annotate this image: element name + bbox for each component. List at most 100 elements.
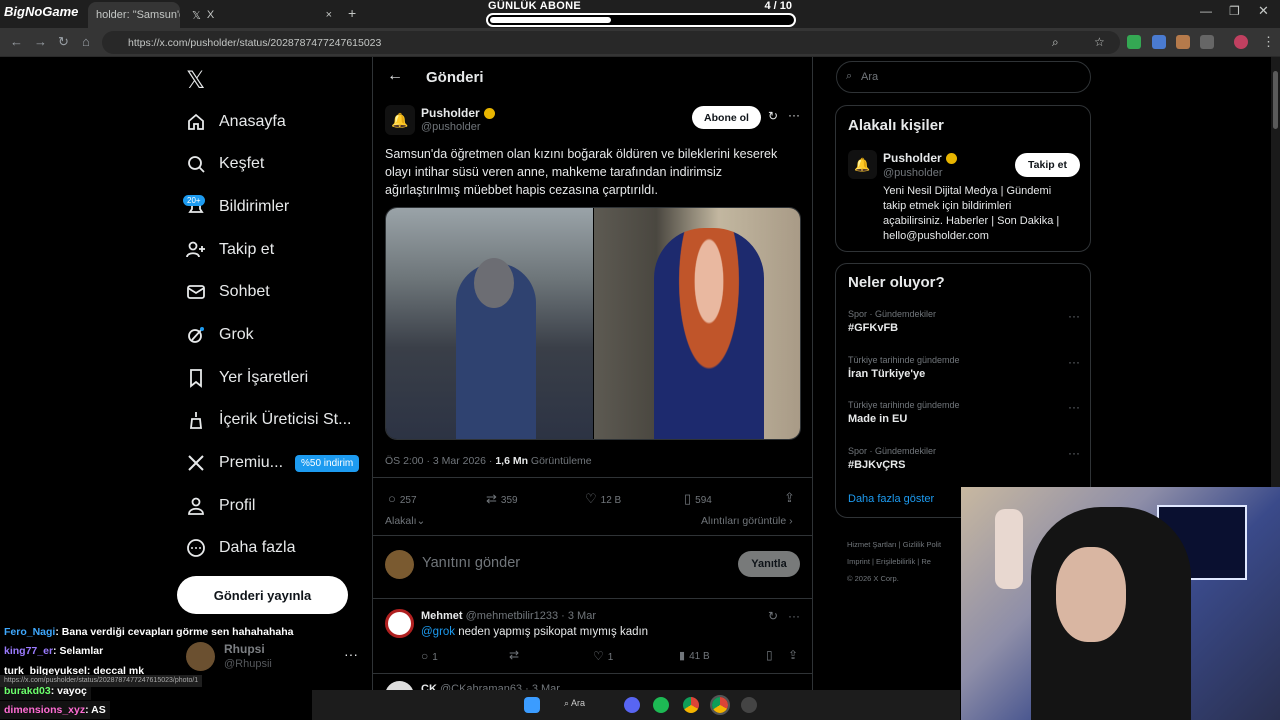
author-handle[interactable]: @pusholder — [421, 121, 480, 133]
discord-icon[interactable] — [624, 697, 640, 713]
nav-item-label: Keşfet — [219, 155, 265, 172]
reply-input[interactable]: Yanıtını gönder — [422, 555, 520, 571]
post-photo-right[interactable] — [594, 208, 800, 439]
scrollbar-track[interactable] — [1271, 57, 1280, 487]
nav-item-takip-et[interactable]: Takip et — [185, 232, 274, 268]
post-photo-left[interactable] — [386, 208, 593, 439]
trend-item[interactable]: Türkiye tarihinde gündemde İran Türkiye'y… — [848, 355, 1080, 380]
views-action[interactable]: ▮ 41 B — [679, 649, 710, 662]
reply-author-name[interactable]: Mehmet — [421, 610, 463, 622]
extension-cookie-icon[interactable] — [1176, 35, 1190, 49]
trend-item[interactable]: Türkiye tarihinde gündemde Made in EU ··· — [848, 400, 1080, 425]
home-icon — [185, 111, 207, 133]
zoom-icon[interactable]: ⌕ — [1052, 35, 1066, 49]
back-arrow-icon[interactable]: ← — [387, 67, 403, 85]
maximize-icon[interactable]: ❐ — [1229, 4, 1240, 18]
show-more-link[interactable]: Daha fazla göster — [848, 493, 934, 505]
nav-item-grok[interactable]: Grok — [185, 317, 254, 353]
like-action[interactable]: ♡ 1 — [593, 649, 613, 663]
reply-action[interactable]: ○ 257 — [388, 491, 417, 506]
reply-button[interactable]: Yanıtla — [738, 551, 800, 577]
chrome-icon[interactable] — [683, 697, 699, 713]
close-icon[interactable]: × — [326, 9, 332, 21]
reload-icon[interactable]: ↻ — [58, 34, 69, 50]
person-avatar[interactable]: 🔔 — [848, 150, 877, 179]
url-field[interactable]: https://x.com/pusholder/status/202878747… — [102, 31, 1120, 54]
author-avatar[interactable]: 🔔 — [385, 105, 415, 135]
minimize-icon[interactable]: — — [1200, 4, 1212, 18]
nav-item-premiu[interactable]: Premiu... %50 indirim — [185, 445, 360, 481]
person-name[interactable]: Pusholder — [883, 151, 957, 165]
search-input[interactable]: ⌕ Ara — [836, 61, 1091, 93]
view-quotes-link[interactable]: Alıntıları görüntüle › — [701, 515, 793, 527]
forward-icon[interactable]: → — [34, 34, 47, 49]
taskbar-search[interactable]: ⌕ Ara — [564, 698, 585, 709]
reply-action[interactable]: ○ 1 — [421, 649, 438, 663]
person-handle[interactable]: @pusholder — [883, 167, 942, 179]
nav-item-yer-i-şaretleri[interactable]: Yer İşaretleri — [185, 360, 308, 396]
follow-button[interactable]: Takip et — [1015, 153, 1080, 177]
search-icon: ⌕ — [564, 698, 572, 708]
close-window-icon[interactable]: ✕ — [1258, 3, 1269, 19]
tab-x[interactable]: 𝕏 X × — [184, 2, 340, 28]
spotify-icon[interactable] — [653, 697, 669, 713]
post-media[interactable] — [385, 207, 801, 440]
grok-icon[interactable]: ↻ — [768, 609, 778, 623]
scrollbar-thumb[interactable] — [1273, 71, 1278, 129]
extension-shield-icon[interactable] — [1127, 35, 1141, 49]
bookmark-icon[interactable]: ▯ — [766, 648, 773, 662]
footer-link[interactable]: Erişilebilirlik — [876, 557, 915, 566]
repost-icon[interactable]: ⇄ — [509, 648, 519, 662]
windows-start-icon[interactable] — [524, 697, 540, 713]
more-icon[interactable]: ··· — [788, 609, 800, 623]
share-icon[interactable]: ⇪ — [788, 648, 798, 662]
page-title: Gönderi — [426, 69, 484, 86]
bookmark-star-icon[interactable]: ☆ — [1094, 35, 1108, 49]
mention-link[interactable]: @grok — [421, 626, 455, 638]
account-switcher[interactable]: Rhupsi @Rhupsii ··· — [186, 640, 362, 676]
profile-avatar-icon[interactable] — [1234, 35, 1248, 49]
more-icon[interactable]: ··· — [1068, 400, 1080, 414]
footer-link[interactable]: Gizlilik Polit — [903, 540, 941, 549]
share-icon[interactable]: ⇪ — [784, 490, 795, 506]
nav-item-keşfet[interactable]: Keşfet — [185, 146, 264, 182]
nav-item-profil[interactable]: Profil — [185, 488, 255, 524]
extensions-puzzle-icon[interactable] — [1200, 35, 1214, 49]
avatar[interactable] — [385, 609, 414, 638]
nav-item-anasayfa[interactable]: Anasayfa — [185, 104, 286, 140]
extension-icon[interactable] — [1152, 35, 1166, 49]
sort-dropdown[interactable]: Alakalı⌄ — [385, 515, 425, 527]
back-icon[interactable]: ← — [10, 34, 23, 49]
nav-item-i-çerik-üreticisi-st[interactable]: İçerik Üreticisi St... — [185, 402, 351, 438]
more-icon[interactable]: ··· — [344, 646, 358, 662]
premium-discount-badge[interactable]: %50 indirim — [295, 454, 360, 472]
grok-icon[interactable]: ↻ — [768, 109, 778, 123]
browser-menu-icon[interactable]: ⋮ — [1262, 34, 1275, 50]
like-action[interactable]: ♡ 12 B — [585, 491, 621, 507]
app-icon[interactable] — [741, 697, 757, 713]
trend-item[interactable]: Spor · Gündemdekiler #GFKvFB ··· — [848, 309, 1080, 334]
home-browser-icon[interactable]: ⌂ — [82, 34, 90, 49]
more-icon[interactable]: ··· — [1068, 309, 1080, 323]
footer-link[interactable]: Hizmet Şartları — [847, 540, 897, 549]
nav-item-sohbet[interactable]: Sohbet — [185, 274, 270, 310]
footer-link[interactable]: Imprint — [847, 557, 870, 566]
chrome-icon[interactable] — [710, 695, 730, 715]
reply-author-handle[interactable]: @mehmetbilir1233 · 3 Mar — [466, 610, 596, 622]
x-logo-icon[interactable]: 𝕏 — [186, 66, 205, 95]
more-icon[interactable]: ··· — [1068, 355, 1080, 369]
subscribe-button[interactable]: Abone ol — [692, 106, 761, 129]
subscriber-goal-count: 4 / 10 — [764, 0, 792, 12]
nav-item-daha-fazla[interactable]: Daha fazla — [185, 530, 296, 566]
more-icon[interactable]: ··· — [788, 108, 800, 122]
repost-action[interactable]: ⇄ 359 — [486, 491, 518, 507]
footer-link[interactable]: Re — [921, 557, 931, 566]
bookmark-action[interactable]: ▯ 594 — [684, 491, 712, 507]
new-tab-button[interactable]: + — [348, 5, 356, 21]
more-icon[interactable]: ··· — [1068, 446, 1080, 460]
trend-item[interactable]: Spor · Gündemdekiler #BJKvÇRS ··· — [848, 446, 1080, 471]
tab-post[interactable]: holder: "Samsun'da × — [88, 2, 180, 28]
post-time[interactable]: ÖS 2:00 · 3 Mar 2026 · — [385, 455, 495, 467]
author-name[interactable]: Pusholder — [421, 106, 495, 120]
post-button[interactable]: Gönderi yayınla — [177, 576, 348, 614]
